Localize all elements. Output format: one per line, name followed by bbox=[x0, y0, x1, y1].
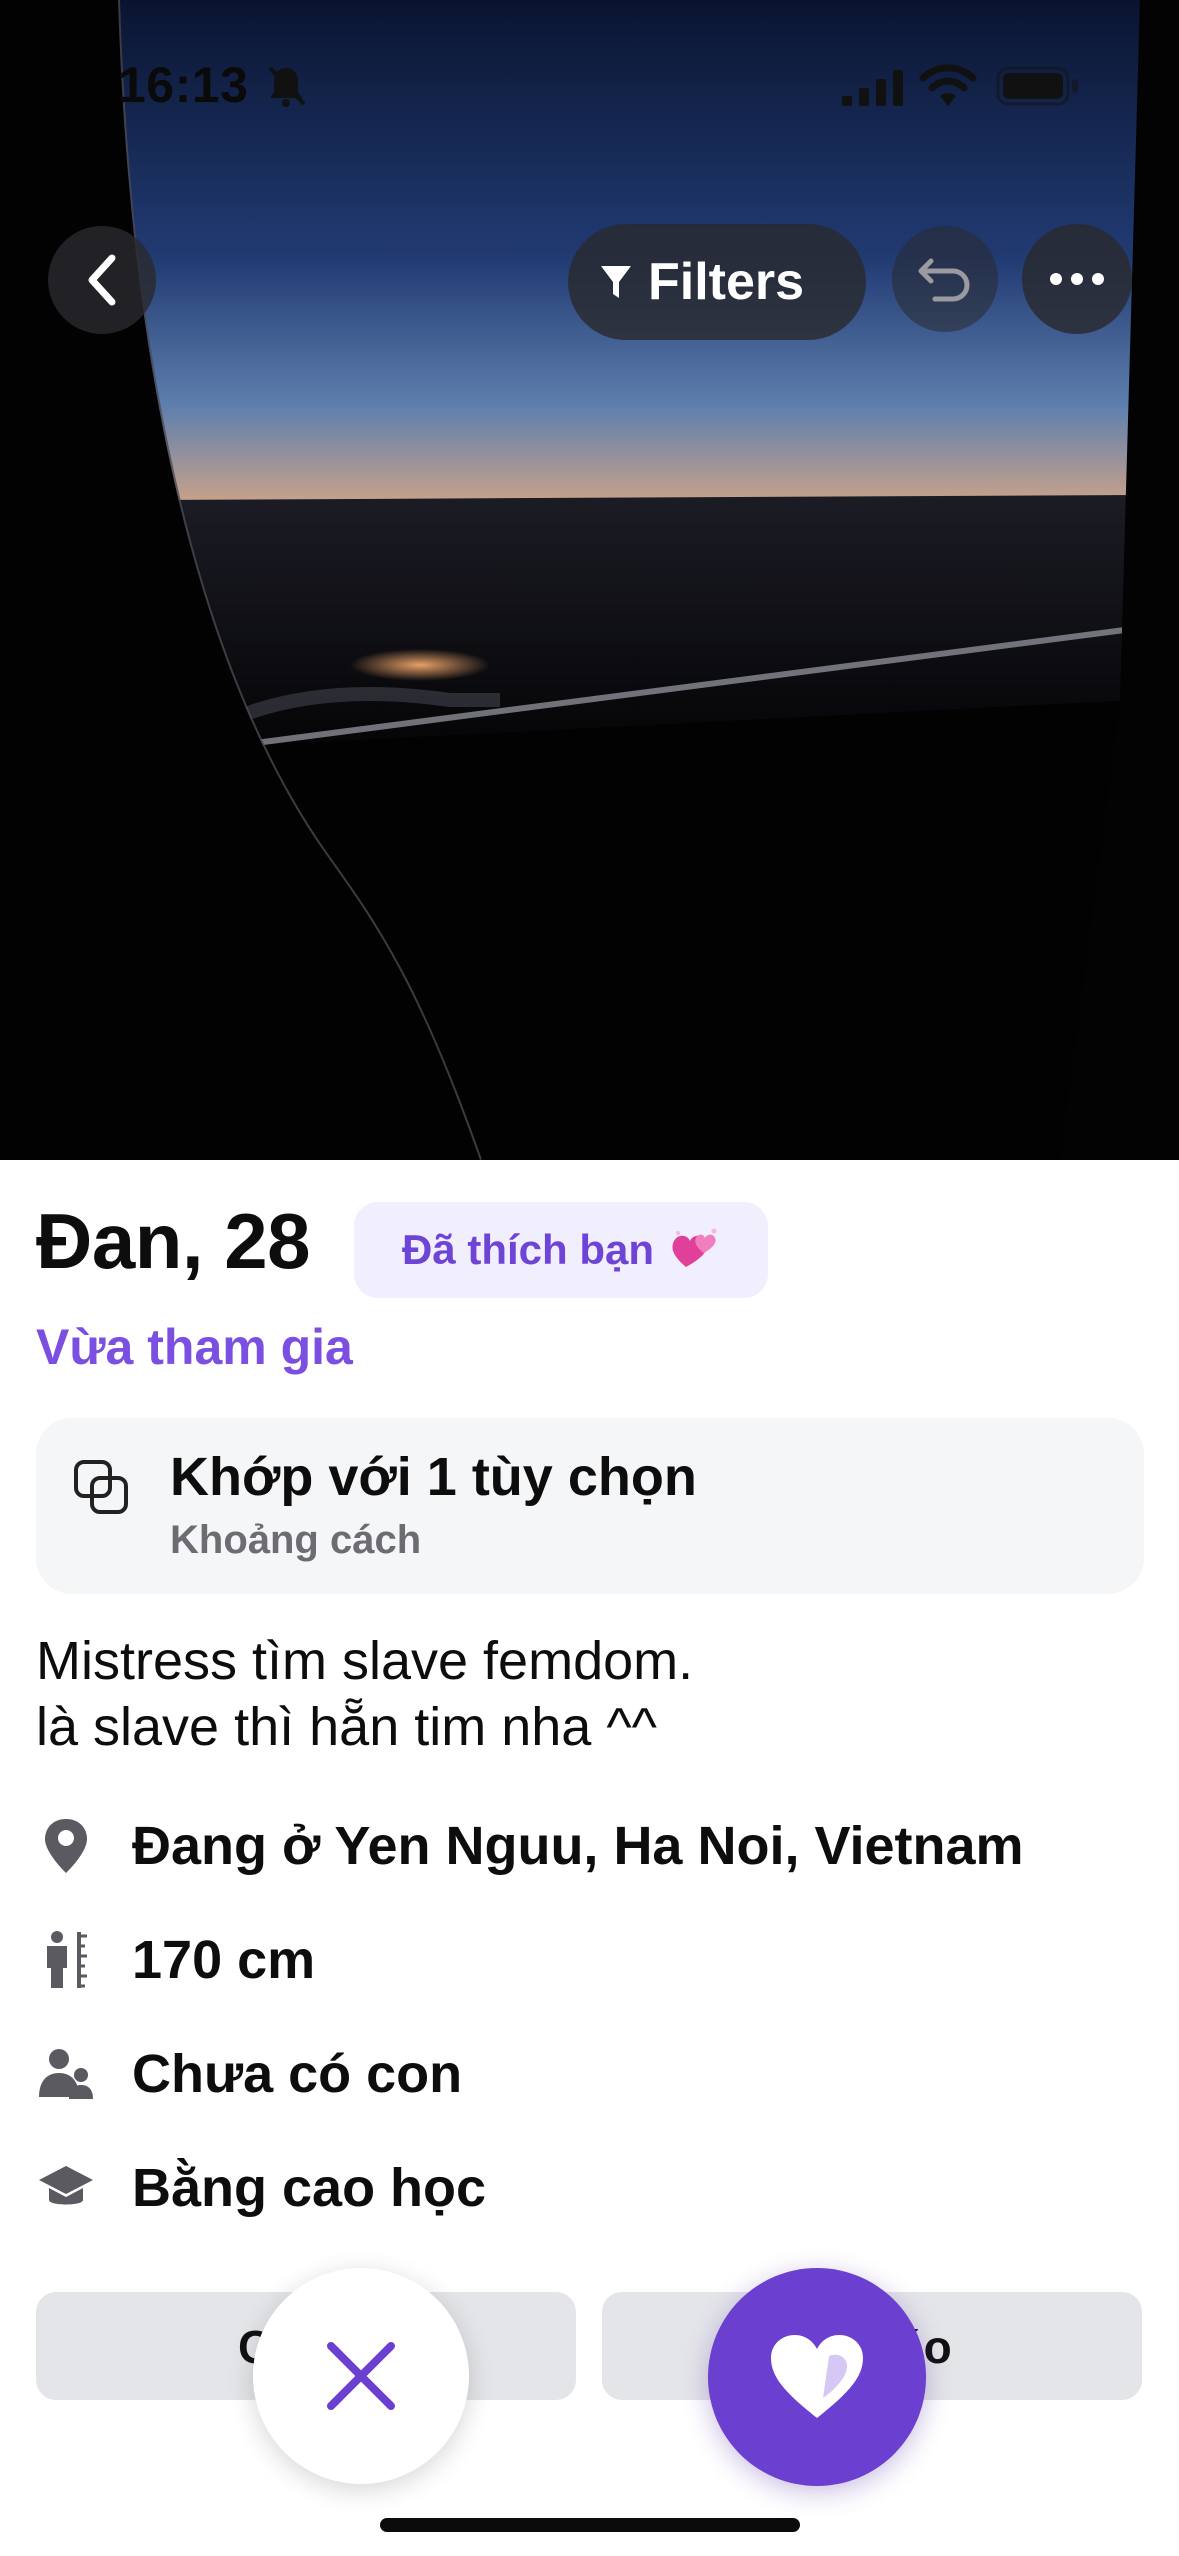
liked-you-badge: Đã thích bạn bbox=[354, 1202, 768, 1298]
wifi-icon bbox=[919, 64, 977, 106]
detail-text: Bằng cao học bbox=[132, 2158, 487, 2218]
detail-education: Bằng cao học bbox=[36, 2148, 486, 2228]
close-x-icon bbox=[327, 2342, 395, 2410]
height-icon bbox=[47, 1931, 87, 1988]
profile-bio: Mistress tìm slave femdom. là slave thì … bbox=[36, 1628, 1136, 1760]
undo-arrow-icon bbox=[918, 258, 970, 302]
more-options-button[interactable] bbox=[1022, 224, 1132, 334]
battery-icon bbox=[996, 66, 1078, 106]
heart-icon bbox=[771, 2335, 863, 2418]
detail-text: 170 cm bbox=[132, 1930, 316, 1990]
chevron-left-icon bbox=[88, 254, 116, 306]
sparkling-hearts-icon bbox=[672, 1228, 717, 1267]
undo-button[interactable] bbox=[892, 226, 998, 332]
back-button[interactable] bbox=[48, 226, 156, 334]
signal-icon bbox=[842, 70, 903, 106]
detail-text: Đang ở Yen Nguu, Ha Noi, Vietnam bbox=[132, 1816, 1024, 1876]
name-row: Đan, 28 bbox=[36, 1196, 310, 1287]
status-time: 16:13 bbox=[118, 57, 249, 113]
profile-photo[interactable] bbox=[0, 0, 1179, 1160]
home-indicator[interactable] bbox=[380, 2518, 800, 2532]
preference-match-card: Khớp với 1 tùy chọn Khoảng cách bbox=[36, 1418, 1144, 1594]
bio-line: là slave thì hẵn tim nha ^^ bbox=[36, 1697, 657, 1757]
location-pin-icon bbox=[45, 1819, 87, 1873]
children-icon bbox=[39, 2049, 93, 2099]
joined-status: Vừa tham gia bbox=[36, 1319, 353, 1375]
match-title: Khớp với 1 tùy chọn bbox=[170, 1447, 697, 1507]
detail-children: Chưa có con bbox=[36, 2034, 462, 2114]
match-subtitle: Khoảng cách bbox=[170, 1518, 422, 1562]
profile-name-age: Đan, 28 bbox=[36, 1197, 310, 1285]
detail-height: 170 cm bbox=[36, 1920, 315, 2000]
filters-button[interactable]: Filters bbox=[568, 224, 866, 340]
filter-funnel-icon bbox=[601, 266, 631, 298]
detail-text: Chưa có con bbox=[132, 2044, 463, 2104]
pass-button[interactable] bbox=[253, 2268, 469, 2484]
bio-line: Mistress tìm slave femdom. bbox=[36, 1631, 694, 1691]
more-dots-icon bbox=[1050, 273, 1104, 285]
status-bar: 16:13 bbox=[0, 0, 1179, 170]
filters-label: Filters bbox=[648, 253, 805, 311]
detail-location: Đang ở Yen Nguu, Ha Noi, Vietnam bbox=[36, 1806, 1024, 1886]
like-button[interactable] bbox=[708, 2268, 926, 2486]
education-cap-icon bbox=[39, 2166, 93, 2205]
overlap-squares-icon bbox=[74, 1460, 128, 1514]
liked-you-text: Đã thích bạn bbox=[401, 1226, 655, 1273]
bell-muted-icon bbox=[268, 66, 306, 107]
